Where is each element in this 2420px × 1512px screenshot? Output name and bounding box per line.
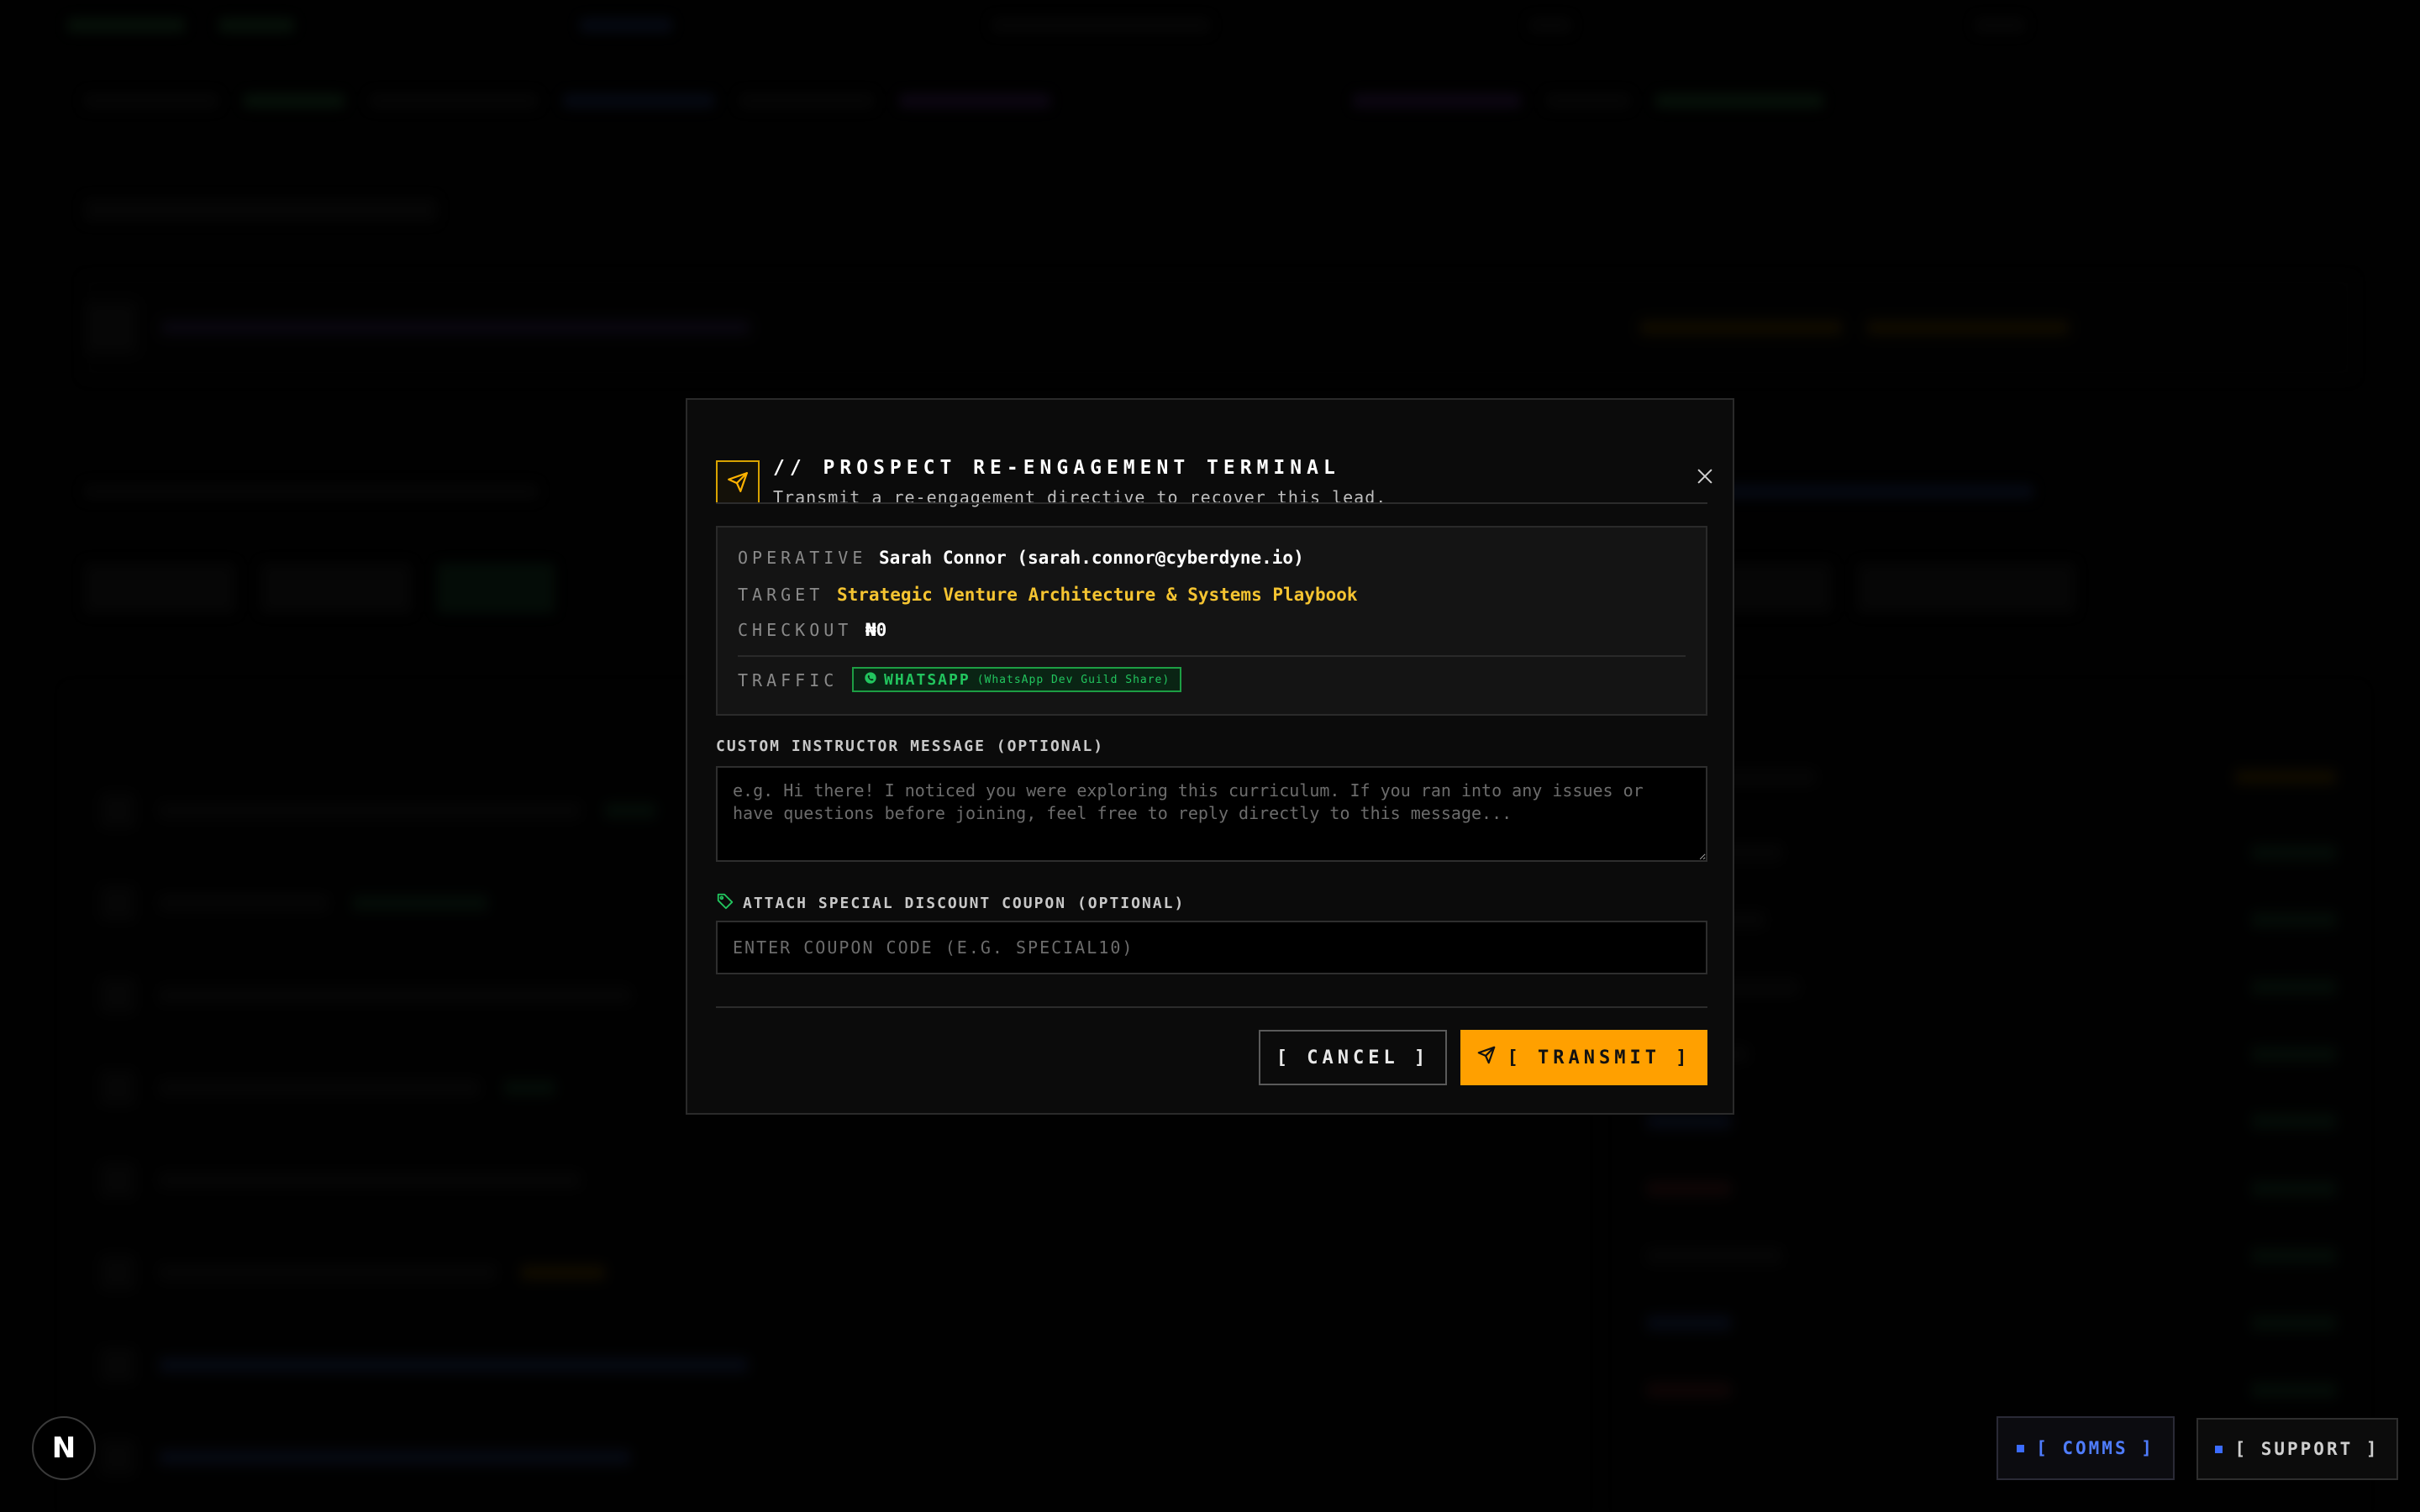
coupon-code-input[interactable] bbox=[716, 921, 1707, 974]
cancel-label: [ CANCEL ] bbox=[1276, 1047, 1430, 1068]
whatsapp-icon bbox=[864, 671, 877, 688]
traffic-label: TRAFFIC bbox=[738, 670, 839, 690]
modal-title: // PROSPECT RE-ENGAGEMENT TERMINAL bbox=[773, 457, 1340, 479]
target-value: Strategic Venture Architecture & Systems… bbox=[837, 585, 1358, 605]
square-icon bbox=[2215, 1445, 2223, 1453]
lead-info-panel: OPERATIVE Sarah Connor (sarah.connor@cyb… bbox=[716, 526, 1707, 716]
target-label: TARGET bbox=[738, 585, 824, 605]
support-label: [ SUPPORT ] bbox=[2234, 1439, 2380, 1459]
square-icon bbox=[2017, 1444, 2025, 1452]
traffic-source: WHATSAPP bbox=[884, 670, 971, 689]
info-divider bbox=[738, 655, 1686, 657]
transmit-label: [ TRANSMIT ] bbox=[1507, 1047, 1691, 1068]
checkout-value: ₦0 bbox=[865, 620, 887, 640]
traffic-detail: (WhatsApp Dev Guild Share) bbox=[976, 673, 1171, 686]
re-engagement-modal: // PROSPECT RE-ENGAGEMENT TERMINAL Trans… bbox=[686, 398, 1734, 1115]
custom-message-textarea[interactable] bbox=[716, 766, 1707, 862]
tag-icon bbox=[716, 892, 734, 915]
modal-header: // PROSPECT RE-ENGAGEMENT TERMINAL Trans… bbox=[716, 428, 1712, 507]
header-divider bbox=[716, 502, 1707, 504]
transmit-button[interactable]: [ TRANSMIT ] bbox=[1460, 1030, 1707, 1085]
message-label: CUSTOM INSTRUCTOR MESSAGE (OPTIONAL) bbox=[716, 738, 1105, 755]
support-button[interactable]: [ SUPPORT ] bbox=[2196, 1418, 2398, 1480]
comms-label: [ COMMS ] bbox=[2036, 1438, 2154, 1458]
coupon-label-row: ATTACH SPECIAL DISCOUNT COUPON (OPTIONAL… bbox=[716, 892, 1185, 915]
operative-label: OPERATIVE bbox=[738, 548, 867, 568]
close-icon[interactable] bbox=[1691, 462, 1719, 491]
checkout-label: CHECKOUT bbox=[738, 620, 853, 640]
footer-divider bbox=[716, 1006, 1707, 1008]
send-icon bbox=[716, 460, 760, 504]
send-icon bbox=[1477, 1046, 1496, 1069]
n-logo-letter: N bbox=[51, 1431, 76, 1465]
n-logo-badge[interactable]: N bbox=[32, 1416, 96, 1480]
comms-button[interactable]: [ COMMS ] bbox=[1996, 1416, 2175, 1480]
traffic-source-badge: WHATSAPP (WhatsApp Dev Guild Share) bbox=[852, 667, 1182, 692]
cancel-button[interactable]: [ CANCEL ] bbox=[1259, 1030, 1447, 1085]
operative-value: Sarah Connor (sarah.connor@cyberdyne.io) bbox=[879, 548, 1304, 568]
coupon-label: ATTACH SPECIAL DISCOUNT COUPON (OPTIONAL… bbox=[743, 895, 1186, 912]
modal-subtitle: Transmit a re-engagement directive to re… bbox=[773, 487, 1387, 507]
